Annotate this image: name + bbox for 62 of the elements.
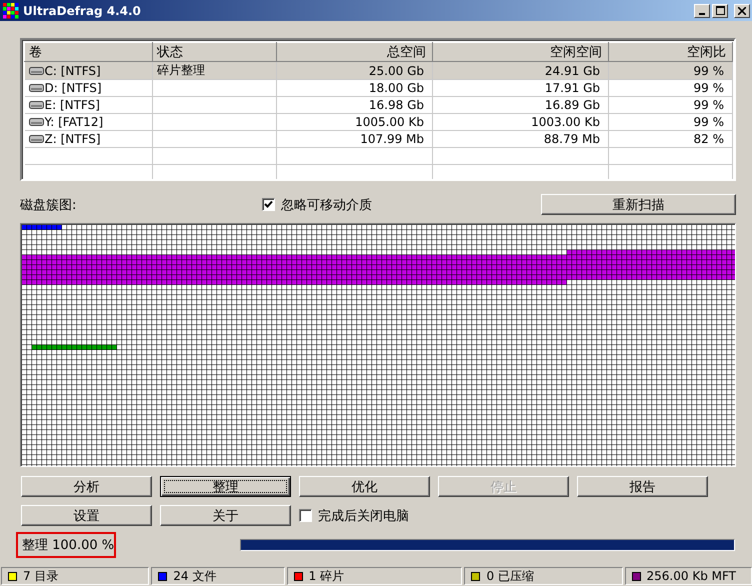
drive-icon <box>28 66 44 74</box>
checkbox[interactable] <box>262 198 275 211</box>
column-header[interactable]: 状态 <box>152 42 276 62</box>
action-button[interactable]: 设置 <box>21 505 152 526</box>
status-text: 7 目录 <box>23 568 58 584</box>
minimize-icon <box>699 12 705 14</box>
window-title: UltraDefrag 4.4.0 <box>23 4 142 18</box>
table-cell: 88.79 Mb <box>544 132 600 146</box>
action-button[interactable]: 报告 <box>577 476 708 497</box>
maximize-button[interactable] <box>712 4 728 18</box>
drive-icon <box>28 101 44 109</box>
checkbox[interactable] <box>299 509 312 522</box>
checkbox-label: 忽略可移动介质 <box>281 196 372 214</box>
table-cell: C: [NTFS] <box>44 64 101 78</box>
status-text: 0 已压缩 <box>486 568 534 584</box>
volume-row[interactable]: D: [NTFS] 18.00 Gb 17.91 Gb 99 % <box>24 80 732 96</box>
table-cell: 16.89 Gb <box>544 98 600 112</box>
table-cell: 1003.00 Kb <box>531 115 600 129</box>
table-cell: Z: [NTFS] <box>44 132 101 146</box>
column-header[interactable]: 空闲比 <box>608 42 732 62</box>
table-cell: E: [NTFS] <box>44 98 100 112</box>
volume-row[interactable]: Y: [FAT12] 1005.00 Kb 1003.00 Kb 99 % <box>24 114 732 130</box>
table-cell: 24.91 Gb <box>544 64 600 78</box>
column-header[interactable]: 空闲空间 <box>432 42 608 62</box>
table-cell: 17.91 Gb <box>544 81 600 95</box>
close-icon <box>738 6 746 14</box>
table-cell: 18.00 Gb <box>368 81 424 95</box>
rescan-button[interactable]: 重新扫描 <box>541 194 736 215</box>
checkbox-label: 完成后关闭电脑 <box>318 508 409 524</box>
table-cell: 16.98 Gb <box>368 98 424 112</box>
column-header[interactable]: 总空间 <box>276 42 432 62</box>
cluster-map-label: 磁盘簇图: <box>20 196 78 214</box>
volume-row[interactable]: E: [NTFS] 16.98 Gb 16.89 Gb 99 % <box>24 96 732 114</box>
close-button[interactable] <box>734 4 750 18</box>
app-icon <box>3 2 19 18</box>
progress-status: 整理 100.00 % <box>16 532 116 558</box>
status-text: 256.00 Kb MFT <box>646 569 736 583</box>
table-cell: 107.99 Mb <box>360 132 424 146</box>
volume-row[interactable]: Z: [NTFS] 107.99 Mb 88.79 Mb 82 % <box>24 130 732 148</box>
table-cell: D: [NTFS] <box>44 81 102 95</box>
table-cell: 99 % <box>694 81 724 95</box>
status-text: 24 文件 <box>173 568 216 584</box>
action-button[interactable]: 分析 <box>21 476 152 497</box>
drive-icon <box>28 135 44 143</box>
table-cell: 25.00 Gb <box>368 64 424 78</box>
column-header[interactable]: 卷 <box>24 42 152 62</box>
table-cell: 碎片整理 <box>157 63 205 77</box>
volume-row[interactable]: C: [NTFS] 碎片整理 25.00 Gb 24.91 Gb 99 % <box>24 62 732 80</box>
drive-icon <box>28 118 44 126</box>
table-cell: 99 % <box>694 98 724 112</box>
action-button[interactable]: 整理 <box>160 476 291 497</box>
drive-icon <box>28 84 44 92</box>
action-button[interactable]: 优化 <box>299 476 430 497</box>
maximize-icon <box>716 6 724 15</box>
table-cell: 1005.00 Kb <box>355 115 424 129</box>
table-cell: 82 % <box>694 132 724 146</box>
table-cell: 99 % <box>694 115 724 129</box>
minimize-button[interactable] <box>694 4 710 18</box>
action-button[interactable]: 关于 <box>160 505 291 526</box>
table-cell: 99 % <box>694 64 724 78</box>
status-text: 1 碎片 <box>308 568 344 584</box>
table-cell: Y: [FAT12] <box>44 115 104 129</box>
